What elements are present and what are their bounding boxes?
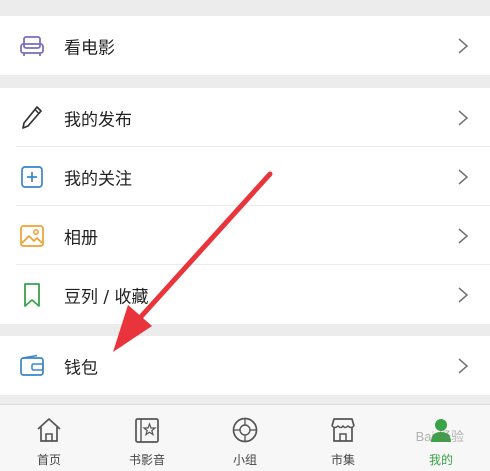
tab-market[interactable]: 市集 <box>294 405 392 471</box>
market-icon <box>328 415 358 445</box>
bookmark-icon <box>17 280 47 310</box>
group-icon <box>230 415 260 445</box>
home-icon <box>34 415 64 445</box>
chevron-right-icon <box>458 357 469 374</box>
menu-item-my-follows[interactable]: 我的关注 <box>0 147 490 206</box>
menu-item-wallet[interactable]: 钱包 <box>0 336 490 395</box>
menu-item-my-posts-label: 我的发布 <box>64 110 132 130</box>
chevron-right-icon <box>458 286 469 303</box>
menu-item-album-label: 相册 <box>64 228 98 248</box>
menu-item-doulist[interactable]: 豆列 / 收藏 <box>0 265 490 324</box>
picture-icon <box>17 221 47 251</box>
chevron-right-icon <box>458 227 469 244</box>
menu-item-album[interactable]: 相册 <box>0 206 490 265</box>
tab-group-label: 小组 <box>232 453 257 467</box>
chevron-right-icon <box>458 168 469 185</box>
armchair-icon <box>17 31 47 61</box>
menu-group-content: 我的发布 我的关注 相册 豆列 / 收藏 <box>0 88 490 324</box>
book-movie-music-icon <box>132 415 162 445</box>
chevron-right-icon <box>458 37 469 54</box>
menu-item-wallet-label: 钱包 <box>64 358 98 378</box>
tab-book-movie-music[interactable]: 书影音 <box>98 405 196 471</box>
menu-item-my-posts[interactable]: 我的发布 <box>0 88 490 147</box>
pencil-icon <box>17 103 47 133</box>
wallet-icon <box>17 351 47 381</box>
menu-item-movie-label: 看电影 <box>64 38 115 58</box>
tab-home[interactable]: 首页 <box>0 405 98 471</box>
plus-square-icon <box>17 162 47 192</box>
tab-group[interactable]: 小组 <box>196 405 294 471</box>
tab-home-label: 首页 <box>36 453 61 467</box>
menu-item-doulist-label: 豆列 / 收藏 <box>64 287 149 307</box>
menu-group-movie: 看电影 <box>0 16 490 75</box>
tab-book-movie-music-label: 书影音 <box>128 453 165 467</box>
menu-group-wallet: 钱包 <box>0 336 490 395</box>
menu-item-my-follows-label: 我的关注 <box>64 169 132 189</box>
menu-item-movie[interactable]: 看电影 <box>0 16 490 75</box>
watermark: Bai 经验 <box>415 429 464 444</box>
chevron-right-icon <box>458 109 469 126</box>
tab-market-label: 市集 <box>330 453 355 467</box>
tab-profile-label: 我的 <box>428 453 453 467</box>
